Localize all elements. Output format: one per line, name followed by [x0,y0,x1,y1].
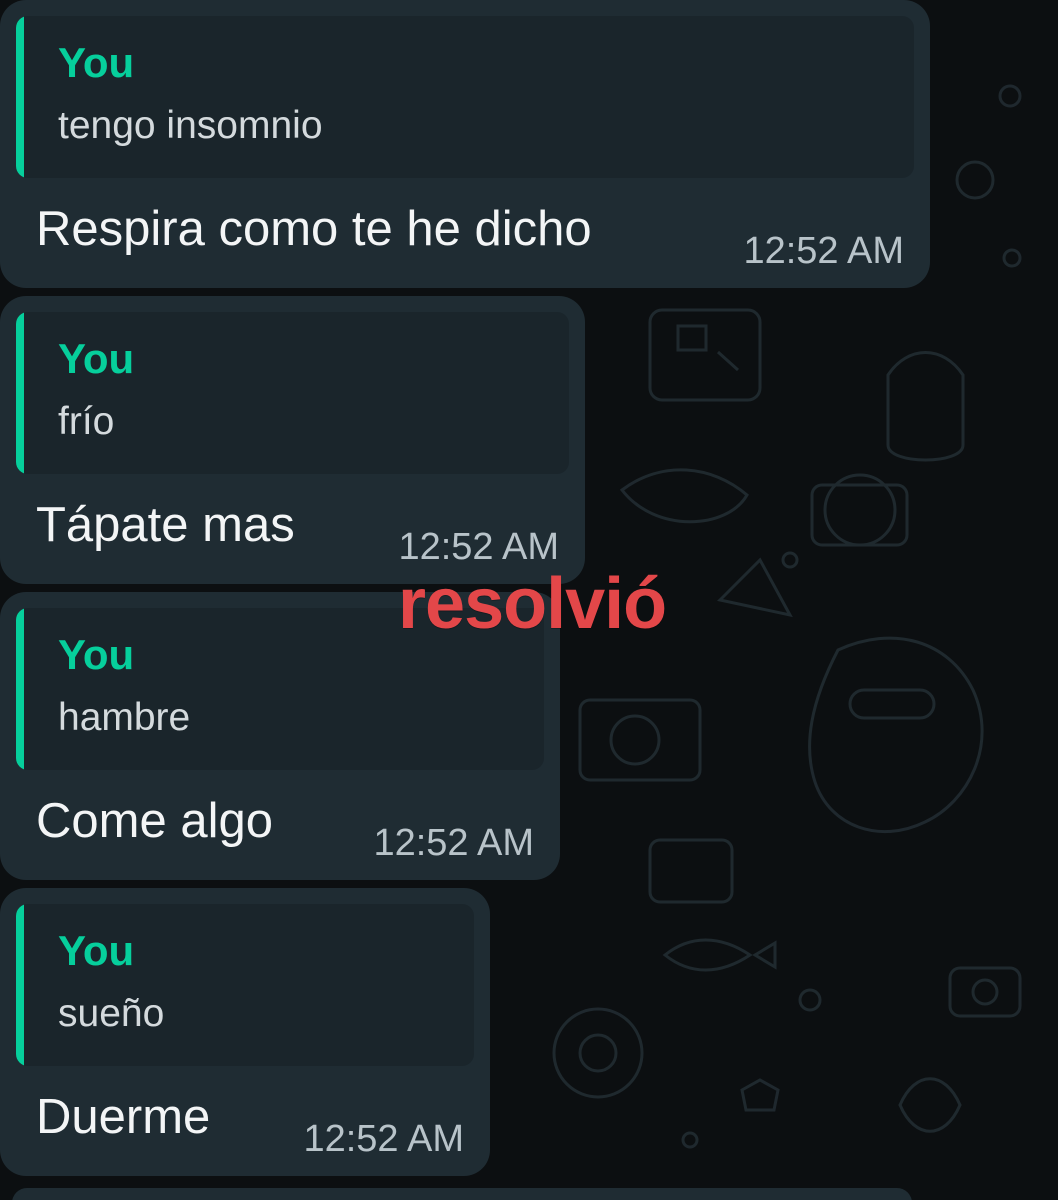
quote-author: You [58,335,135,382]
quoted-text: sueño [58,992,165,1035]
quote-accent-bar [16,608,24,770]
reply-text: Come algo [36,794,273,848]
camera-doodle-icon-2 [948,966,1022,1018]
quote-accent-bar [16,312,24,474]
quote-author: You [58,927,135,974]
quoted-text: hambre [58,696,191,739]
message-bubble[interactable]: You tengo insomnio Respira como te he di… [0,0,930,288]
fish-doodle-icon [662,938,777,972]
star-doodle-icon [740,1078,780,1112]
reply-text: Respira como te he dicho [36,202,592,256]
next-message-bubble[interactable] [12,1188,912,1200]
quote-accent-bar [16,904,24,1066]
quote-author: You [58,39,135,86]
map-detail-icon [676,324,740,372]
quoted-text: frío [58,400,115,443]
quote-accent-bar [16,16,24,178]
robot-doodle-icon [886,351,965,462]
leaf-doodle-icon [898,1077,962,1133]
paper-plane-doodle-icon [716,557,793,618]
message-bubble[interactable]: You frío Tápate mas 12:52 AM [0,296,585,584]
lifebuoy-doodle-icon [552,1007,644,1099]
camera-doodle-icon [823,473,897,547]
sunglasses-doodle-icon [848,688,936,720]
quote-author: You [58,631,135,678]
octopus-doodle-icon [808,636,984,834]
record-player-doodle-icon [578,698,702,782]
message-time: 12:52 AM [398,526,559,568]
message-time: 12:52 AM [373,822,534,864]
reply-text: Tápate mas [36,498,295,552]
overlay-caption: resolvió [398,564,667,644]
chat-screen: You tengo insomnio Respira como te he di… [0,0,1058,1200]
reply-text: Duerme [36,1090,211,1144]
message-time: 12:52 AM [303,1118,464,1160]
quoted-message[interactable]: You tengo insomnio [16,16,914,178]
lips-doodle-icon [619,468,749,524]
message-bubble[interactable]: You sueño Duerme 12:52 AM [0,888,490,1176]
quoted-text: tengo insomnio [58,104,323,147]
quoted-message[interactable]: You sueño [16,904,474,1066]
message-time: 12:52 AM [743,230,904,272]
chat-bubble-doodle-icon [648,838,734,904]
quoted-message[interactable]: You frío [16,312,569,474]
map-doodle-icon [648,308,762,402]
